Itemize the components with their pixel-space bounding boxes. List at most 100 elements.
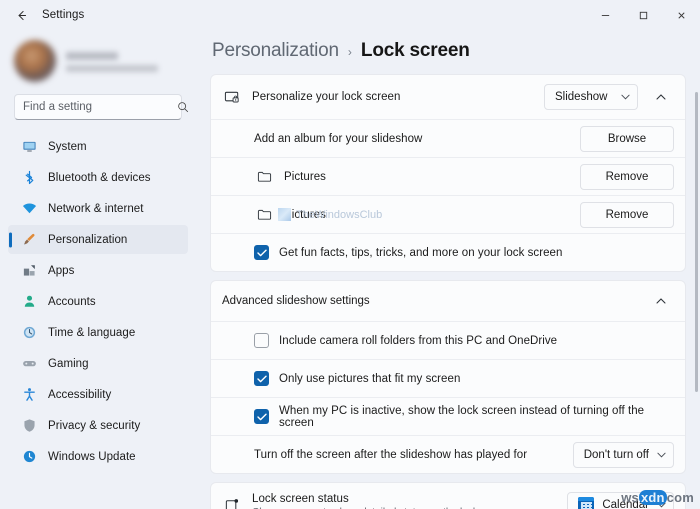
inactive-lock-screen-checkbox[interactable] [254, 409, 269, 424]
advanced-slideshow-title: Advanced slideshow settings [222, 295, 370, 307]
advanced-slideshow-header[interactable]: Advanced slideshow settings [211, 281, 685, 321]
back-button[interactable] [6, 0, 36, 30]
lock-screen-status-controls: Calendar [567, 492, 674, 509]
page-title: Lock screen [360, 40, 470, 61]
turn-off-screen-dropdown[interactable]: Don't turn off [572, 441, 674, 468]
vertical-scrollbar[interactable] [695, 92, 698, 392]
sidebar-item-system[interactable]: System [8, 132, 188, 161]
breadcrumb-parent-link[interactable]: Personalization [212, 40, 339, 62]
personalize-row-controls: Slideshow [544, 84, 674, 110]
lock-screen-status-app-dropdown[interactable]: Calendar [567, 492, 674, 509]
lock-status-icon [222, 497, 242, 509]
minimize-button[interactable] [586, 0, 624, 30]
sidebar: System Bluetooth & devices Network & int… [0, 30, 196, 509]
folder-name: Pictures [284, 208, 326, 221]
sidebar-item-personalization[interactable]: Personalization [8, 225, 188, 254]
sidebar-item-label: Network & internet [48, 202, 144, 215]
fit-screen-label: Only use pictures that fit my screen [279, 372, 461, 385]
fun-facts-label: Get fun facts, tips, tricks, and more on… [279, 246, 563, 259]
sidebar-item-accounts[interactable]: Accounts [8, 287, 188, 316]
sidebar-item-gaming[interactable]: Gaming [8, 349, 188, 378]
folder-text: Pictures [284, 171, 570, 183]
lock-screen-icon [222, 89, 242, 106]
folder-controls: Remove [580, 201, 674, 228]
camera-roll-label: Include camera roll folders from this PC… [279, 334, 558, 347]
shield-icon [21, 418, 37, 434]
main-content: Personalization › Lock screen Personaliz… [196, 30, 700, 509]
sidebar-item-label: Privacy & security [48, 419, 141, 432]
sidebar-item-label: Accounts [48, 295, 96, 308]
sidebar-item-label: Windows Update [48, 450, 136, 463]
turn-off-screen-value: Don't turn off [583, 448, 649, 461]
turn-off-screen-title: Turn off the screen after the slideshow … [254, 448, 528, 461]
camera-roll-checkbox[interactable] [254, 333, 269, 348]
camera-roll-checkbox-group[interactable]: Include camera roll folders from this PC… [254, 333, 557, 348]
inactive-lock-screen-label: When my PC is inactive, show the lock sc… [279, 404, 645, 429]
sidebar-item-label: Apps [48, 264, 75, 277]
search-box[interactable] [14, 94, 189, 120]
camera-roll-row[interactable]: Include camera roll folders from this PC… [211, 321, 685, 359]
inactive-lock-screen-checkbox-group[interactable]: When my PC is inactive, show the lock sc… [254, 405, 674, 429]
sidebar-nav: System Bluetooth & devices Network & int… [8, 130, 188, 471]
person-icon [21, 294, 37, 310]
turn-off-screen-row: Turn off the screen after the slideshow … [211, 435, 685, 473]
sidebar-item-label: Personalization [48, 233, 128, 246]
wifi-icon [21, 201, 37, 217]
sidebar-item-apps[interactable]: Apps [8, 256, 188, 285]
add-album-row: Add an album for your slideshow Browse [211, 119, 685, 157]
lock-screen-status-text: Lock screen status Choose an app to show… [252, 493, 557, 509]
window-title: Settings [42, 9, 85, 21]
sidebar-item-label: Bluetooth & devices [48, 171, 151, 184]
sidebar-item-accessibility[interactable]: Accessibility [8, 380, 188, 409]
add-album-text: Add an album for your slideshow [254, 133, 570, 145]
turn-off-screen-text: Turn off the screen after the slideshow … [254, 449, 563, 461]
sidebar-item-network-internet[interactable]: Network & internet [8, 194, 188, 223]
folder-name: Pictures [284, 170, 326, 183]
lock-screen-status-card: Lock screen status Choose an app to show… [210, 482, 686, 509]
folder-row: Pictures Remove [211, 157, 685, 195]
personalize-lock-screen-row: Personalize your lock screen Slideshow [211, 75, 685, 119]
update-icon [21, 449, 37, 465]
calendar-app-icon [578, 497, 595, 509]
fun-facts-checkbox-group[interactable]: Get fun facts, tips, tricks, and more on… [254, 245, 562, 260]
fit-screen-row[interactable]: Only use pictures that fit my screen [211, 359, 685, 397]
turn-off-screen-controls: Don't turn off [572, 441, 674, 468]
inactive-lock-screen-row[interactable]: When my PC is inactive, show the lock sc… [211, 397, 685, 435]
lock-screen-status-app-value: Calendar [602, 499, 649, 509]
add-album-title: Add an album for your slideshow [254, 132, 423, 145]
sidebar-item-windows-update[interactable]: Windows Update [8, 442, 188, 471]
sidebar-item-label: System [48, 140, 87, 153]
maximize-button[interactable] [624, 0, 662, 30]
personalize-row-title: Personalize your lock screen [252, 91, 401, 103]
close-button[interactable] [662, 0, 700, 30]
paintbrush-icon [21, 232, 37, 248]
personalize-card: Personalize your lock screen Slideshow A… [210, 74, 686, 272]
monitor-icon [21, 139, 37, 155]
fit-screen-checkbox[interactable] [254, 371, 269, 386]
gamepad-icon [21, 356, 37, 372]
remove-folder-button[interactable]: Remove [580, 163, 674, 190]
lock-screen-status-row: Lock screen status Choose an app to show… [211, 483, 685, 509]
sidebar-item-time-language[interactable]: Time & language [8, 318, 188, 347]
chevron-down-icon [657, 502, 666, 508]
sidebar-item-label: Gaming [48, 357, 89, 370]
breadcrumb-separator-icon: › [347, 45, 352, 59]
browse-button[interactable]: Browse [580, 125, 674, 152]
remove-folder-button[interactable]: Remove [580, 201, 674, 228]
account-card[interactable] [8, 30, 188, 86]
sidebar-item-privacy-security[interactable]: Privacy & security [8, 411, 188, 440]
sidebar-item-bluetooth-devices[interactable]: Bluetooth & devices [8, 163, 188, 192]
personalize-expand-toggle[interactable] [648, 84, 674, 110]
search-input[interactable] [23, 101, 177, 113]
lock-screen-type-value: Slideshow [555, 91, 608, 103]
folder-icon [254, 207, 274, 222]
fit-screen-checkbox-group[interactable]: Only use pictures that fit my screen [254, 371, 460, 386]
sidebar-item-label: Accessibility [48, 388, 112, 401]
account-name-redacted [66, 50, 158, 72]
chevron-down-icon [657, 452, 666, 458]
lock-screen-type-dropdown[interactable]: Slideshow [544, 84, 638, 110]
advanced-expand-toggle[interactable] [648, 288, 674, 314]
fun-facts-row[interactable]: Get fun facts, tips, tricks, and more on… [211, 233, 685, 271]
sidebar-item-label: Time & language [48, 326, 136, 339]
fun-facts-checkbox[interactable] [254, 245, 269, 260]
